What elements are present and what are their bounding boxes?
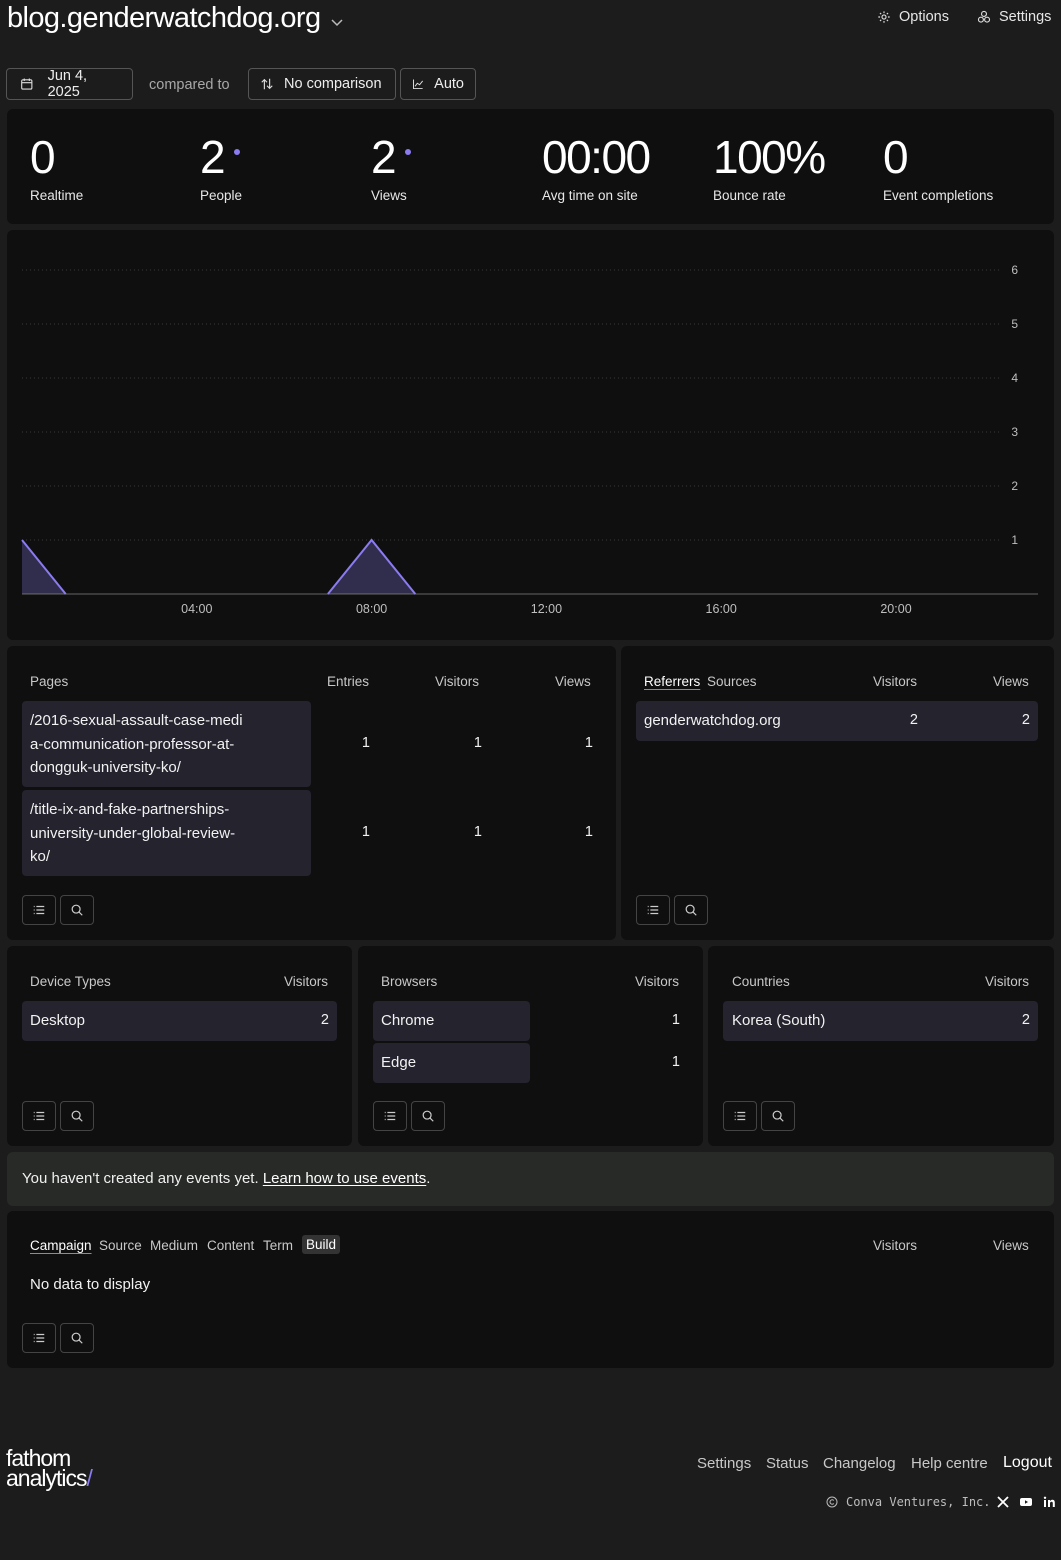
footer-help-link[interactable]: Help centre <box>911 1455 988 1472</box>
visitors-value: 1 <box>473 824 482 840</box>
browser-name[interactable]: Edge <box>381 1051 416 1075</box>
y-tick-label: 1 <box>1011 533 1018 547</box>
utm-panel <box>7 1211 1054 1368</box>
visitors-value: 1 <box>671 1012 680 1028</box>
entries-value: 1 <box>361 824 370 840</box>
list-view-button[interactable] <box>636 895 670 925</box>
y-tick-label: 3 <box>1011 425 1018 439</box>
pages-header: Pages <box>30 674 69 689</box>
tab-term[interactable]: Term <box>263 1238 293 1253</box>
footer-settings-link[interactable]: Settings <box>697 1455 751 1472</box>
search-icon <box>772 1110 784 1122</box>
views-column-header[interactable]: Views <box>993 674 1029 689</box>
y-tick-label: 4 <box>1011 371 1018 385</box>
traffic-chart[interactable]: 1 2 3 4 5 6 04:00 08:00 12:00 16:00 20:00 <box>0 0 1061 650</box>
entries-value: 1 <box>361 735 370 751</box>
x-twitter-icon[interactable] <box>996 1495 1010 1509</box>
area-fill <box>327 540 416 594</box>
search-icon <box>422 1110 434 1122</box>
search-button[interactable] <box>674 895 708 925</box>
list-view-button[interactable] <box>22 1101 56 1131</box>
visitors-value: 2 <box>320 1012 329 1028</box>
y-tick-label: 6 <box>1011 263 1018 277</box>
page-path[interactable]: /2016-sexual-assault-case-medi a-communi… <box>30 709 243 780</box>
browsers-header: Browsers <box>381 974 438 989</box>
footer-status-link[interactable]: Status <box>766 1455 809 1472</box>
learn-events-link[interactable]: Learn how to use events <box>263 1170 426 1187</box>
visitors-column-header[interactable]: Visitors <box>985 974 1029 989</box>
views-column-header[interactable]: Views <box>555 674 591 689</box>
y-tick-label: 5 <box>1011 317 1018 331</box>
views-value: 1 <box>584 735 593 751</box>
countries-header: Countries <box>732 974 790 989</box>
search-button[interactable] <box>411 1101 445 1131</box>
x-tick-label: 20:00 <box>880 602 911 616</box>
visitors-value: 1 <box>671 1054 680 1070</box>
list-view-button[interactable] <box>22 895 56 925</box>
views-value: 1 <box>584 824 593 840</box>
visitors-column-header[interactable]: Visitors <box>873 674 917 689</box>
search-icon <box>685 904 697 916</box>
search-button[interactable] <box>761 1101 795 1131</box>
y-tick-label: 2 <box>1011 479 1018 493</box>
referrer-name[interactable]: genderwatchdog.org <box>644 709 781 733</box>
tab-source[interactable]: Source <box>99 1238 142 1253</box>
visitors-value: 2 <box>909 712 918 728</box>
search-icon <box>71 904 83 916</box>
page-path[interactable]: /title-ix-and-fake-partnerships- univers… <box>30 798 235 869</box>
tab-build[interactable]: Build <box>302 1235 341 1254</box>
search-icon <box>71 1332 83 1344</box>
search-button[interactable] <box>60 1323 94 1353</box>
browser-name[interactable]: Chrome <box>381 1009 434 1033</box>
list-view-button[interactable] <box>22 1323 56 1353</box>
visitors-value: 1 <box>473 735 482 751</box>
visitors-column-header[interactable]: Visitors <box>635 974 679 989</box>
visitors-value: 2 <box>1021 1012 1030 1028</box>
visitors-column-header[interactable]: Visitors <box>873 1238 917 1253</box>
events-banner: You haven't created any events yet. Lear… <box>7 1152 1054 1206</box>
fathom-logo[interactable]: fathom analytics/ <box>6 1447 93 1490</box>
list-icon <box>33 905 45 915</box>
tab-sources[interactable]: Sources <box>707 674 757 689</box>
list-icon <box>647 905 659 915</box>
tab-medium[interactable]: Medium <box>150 1238 198 1253</box>
youtube-icon[interactable] <box>1019 1495 1033 1509</box>
x-tick-label: 04:00 <box>181 602 212 616</box>
empty-state-text: No data to display <box>30 1276 151 1293</box>
search-button[interactable] <box>60 895 94 925</box>
footer-changelog-link[interactable]: Changelog <box>823 1455 896 1472</box>
views-value: 2 <box>1021 712 1030 728</box>
device-name[interactable]: Desktop <box>30 1009 85 1033</box>
logout-link[interactable]: Logout <box>1003 1454 1052 1472</box>
list-icon <box>384 1111 396 1121</box>
events-banner-text: You haven't created any events yet. <box>22 1170 259 1187</box>
linkedin-icon[interactable] <box>1042 1495 1056 1509</box>
visitors-column-header[interactable]: Visitors <box>284 974 328 989</box>
device-types-header: Device Types <box>30 974 111 989</box>
views-column-header[interactable]: Views <box>993 1238 1029 1253</box>
tab-content[interactable]: Content <box>207 1238 254 1253</box>
tab-referrers[interactable]: Referrers <box>644 674 700 689</box>
x-tick-label: 08:00 <box>356 602 387 616</box>
x-tick-label: 16:00 <box>706 602 737 616</box>
tab-campaign[interactable]: Campaign <box>30 1238 92 1253</box>
search-button[interactable] <box>60 1101 94 1131</box>
list-icon <box>734 1111 746 1121</box>
search-icon <box>71 1110 83 1122</box>
visitors-column-header[interactable]: Visitors <box>435 674 479 689</box>
list-icon <box>33 1111 45 1121</box>
list-icon <box>33 1333 45 1343</box>
x-tick-label: 12:00 <box>531 602 562 616</box>
country-name[interactable]: Korea (South) <box>732 1009 825 1033</box>
entries-column-header[interactable]: Entries <box>327 674 369 689</box>
list-view-button[interactable] <box>723 1101 757 1131</box>
list-view-button[interactable] <box>373 1101 407 1131</box>
copyright-icon <box>826 1496 838 1508</box>
copyright: Conva Ventures, Inc. <box>826 1495 991 1509</box>
